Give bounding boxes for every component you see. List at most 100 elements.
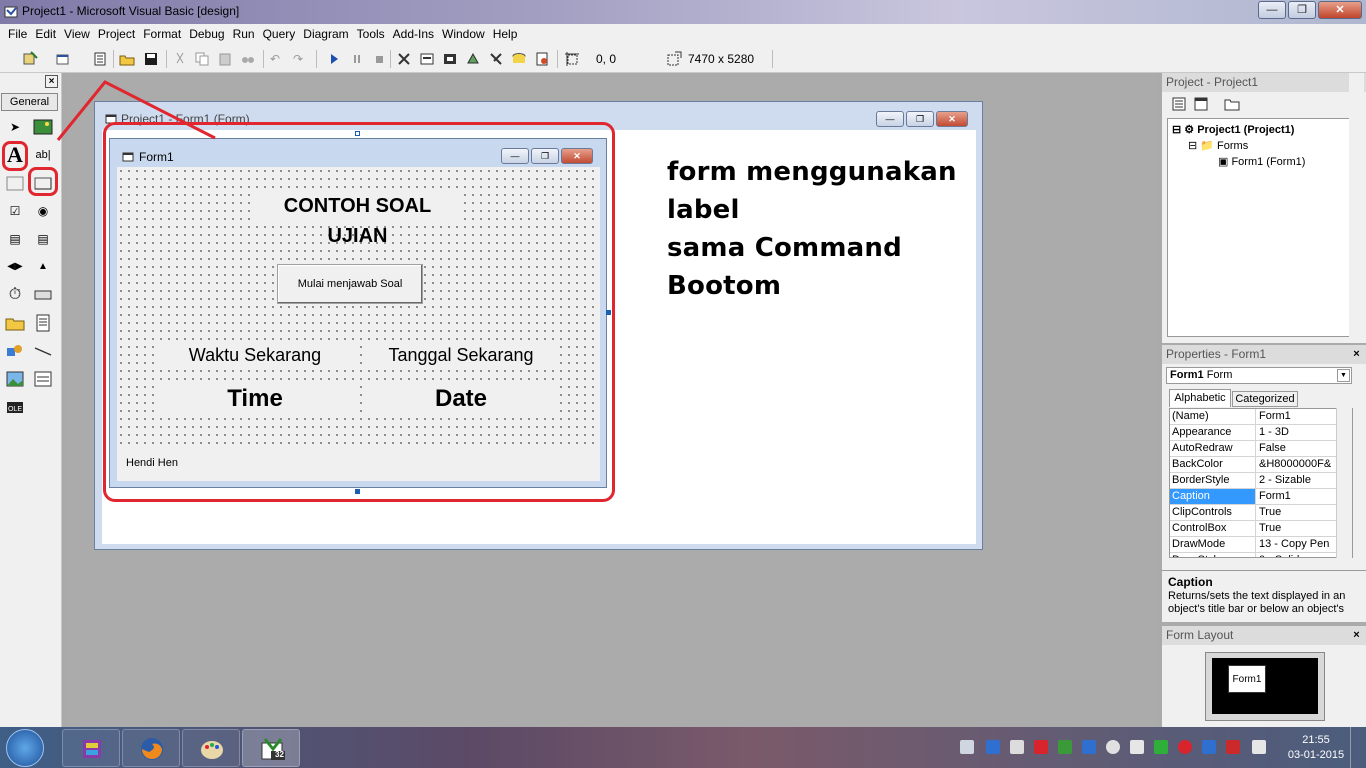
app-tray-icon[interactable] bbox=[1178, 740, 1192, 754]
toggle-folders-icon[interactable] bbox=[1224, 97, 1240, 111]
tab-categorized[interactable]: Categorized bbox=[1232, 391, 1298, 407]
add-project-icon[interactable] bbox=[22, 51, 38, 67]
signal-icon[interactable] bbox=[1226, 740, 1240, 754]
view-object-icon[interactable] bbox=[1194, 97, 1208, 111]
properties-close-icon[interactable]: × bbox=[1350, 348, 1363, 361]
line-tool-icon[interactable] bbox=[32, 340, 54, 362]
picturebox-tool-icon[interactable] bbox=[32, 116, 54, 138]
hscrollbar-tool-icon[interactable]: ◀▶ bbox=[4, 256, 26, 278]
filelistbox-tool-icon[interactable] bbox=[32, 312, 54, 334]
tree-form1-item[interactable]: ▣ Form1 (Form1) bbox=[1218, 155, 1305, 168]
restore-button[interactable]: ❐ bbox=[1288, 1, 1316, 19]
end-icon[interactable] bbox=[371, 51, 387, 67]
menu-window[interactable]: Window bbox=[438, 24, 489, 45]
project-explorer-icon[interactable] bbox=[396, 51, 412, 67]
project-scrollbar[interactable] bbox=[1349, 73, 1364, 343]
close-button[interactable]: ✕ bbox=[1318, 1, 1362, 19]
minimize-button[interactable]: — bbox=[1258, 1, 1286, 19]
network-icon[interactable] bbox=[986, 740, 1000, 754]
property-row[interactable]: BorderStyle 2 - Sizable bbox=[1170, 473, 1352, 489]
property-row[interactable]: Appearance 1 - 3D bbox=[1170, 425, 1352, 441]
undo-icon[interactable]: ↶ bbox=[270, 52, 280, 66]
form-layout-icon[interactable] bbox=[442, 51, 458, 67]
menu-file[interactable]: File bbox=[4, 24, 31, 45]
toolbox-general-tab[interactable]: General bbox=[1, 93, 58, 111]
device-icon[interactable] bbox=[1130, 740, 1144, 754]
o2-icon[interactable] bbox=[1106, 740, 1120, 754]
property-row[interactable]: AutoRedraw False bbox=[1170, 441, 1352, 457]
menu-view[interactable]: View bbox=[60, 24, 94, 45]
properties-scrollbar[interactable] bbox=[1336, 408, 1352, 558]
toolbox-icon[interactable] bbox=[488, 51, 504, 67]
tree-project-root[interactable]: ⊟ ⚙ Project1 (Project1) bbox=[1172, 123, 1294, 136]
designer-close-button[interactable]: ✕ bbox=[936, 111, 968, 127]
data-tool-icon[interactable] bbox=[32, 368, 54, 390]
save-project-icon[interactable] bbox=[143, 51, 159, 67]
menu-diagram[interactable]: Diagram bbox=[299, 24, 352, 45]
menu-project[interactable]: Project bbox=[94, 24, 139, 45]
open-project-icon[interactable] bbox=[119, 51, 135, 67]
designer-restore-button[interactable]: ❐ bbox=[906, 111, 934, 127]
sync-icon[interactable] bbox=[1154, 740, 1168, 754]
volume-icon[interactable] bbox=[1010, 740, 1024, 754]
property-row[interactable]: Caption Form1 bbox=[1170, 489, 1352, 505]
frame-tool-icon[interactable] bbox=[4, 172, 26, 194]
menu-query[interactable]: Query bbox=[259, 24, 300, 45]
start-button[interactable] bbox=[6, 729, 44, 767]
properties-window-icon[interactable] bbox=[419, 51, 435, 67]
menu-editor-icon[interactable] bbox=[92, 51, 108, 67]
tree-forms-folder[interactable]: ⊟ 📁 Forms bbox=[1188, 139, 1248, 152]
find-icon[interactable] bbox=[240, 51, 256, 67]
break-icon[interactable] bbox=[349, 51, 365, 67]
timer-tool-icon[interactable]: ⏱ bbox=[4, 284, 26, 306]
bluetooth-icon[interactable] bbox=[1202, 740, 1216, 754]
taskbar-firefox[interactable] bbox=[122, 729, 180, 767]
menu-debug[interactable]: Debug bbox=[185, 24, 228, 45]
menu-add-ins[interactable]: Add-Ins bbox=[389, 24, 438, 45]
add-form-icon[interactable] bbox=[55, 51, 71, 67]
menu-run[interactable]: Run bbox=[229, 24, 259, 45]
copy-icon[interactable] bbox=[194, 51, 210, 67]
listbox-tool-icon[interactable]: ▤ bbox=[32, 228, 54, 250]
taskbar-visual-basic[interactable]: 32 bbox=[242, 729, 300, 767]
chevron-down-icon[interactable]: ▼ bbox=[1337, 369, 1350, 382]
data-view-icon[interactable] bbox=[511, 51, 527, 67]
wifi-icon[interactable] bbox=[960, 740, 974, 754]
cut-icon[interactable] bbox=[172, 51, 188, 67]
tab-alphabetic[interactable]: Alphabetic bbox=[1169, 389, 1231, 407]
pointer-tool-icon[interactable]: ➤ bbox=[4, 116, 26, 138]
taskbar-clock[interactable]: 21:55 03-01-2015 bbox=[1286, 733, 1346, 763]
property-row[interactable]: ClipControls True bbox=[1170, 505, 1352, 521]
textbox-tool-icon[interactable]: ab| bbox=[32, 144, 54, 166]
taskbar-winrar[interactable] bbox=[62, 729, 120, 767]
optionbutton-tool-icon[interactable]: ◉ bbox=[32, 200, 54, 222]
property-row[interactable]: (Name) Form1 bbox=[1170, 409, 1352, 425]
menu-edit[interactable]: Edit bbox=[31, 24, 60, 45]
update-icon[interactable] bbox=[1058, 740, 1072, 754]
mini-form-preview[interactable]: Form1 bbox=[1228, 665, 1266, 693]
flag-icon[interactable] bbox=[1252, 740, 1266, 754]
antivirus-icon[interactable] bbox=[1034, 740, 1048, 754]
checkbox-tool-icon[interactable]: ☑ bbox=[4, 200, 26, 222]
view-code-icon[interactable] bbox=[1172, 97, 1186, 111]
drivelistbox-tool-icon[interactable] bbox=[32, 284, 54, 306]
property-row[interactable]: DrawMode 13 - Copy Pen bbox=[1170, 537, 1352, 553]
menu-format[interactable]: Format bbox=[139, 24, 185, 45]
vscrollbar-tool-icon[interactable]: ▲ bbox=[32, 256, 54, 278]
security-icon[interactable] bbox=[1082, 740, 1096, 754]
shape-tool-icon[interactable] bbox=[4, 340, 26, 362]
dirlistbox-tool-icon[interactable] bbox=[4, 312, 26, 334]
combobox-tool-icon[interactable]: ▤ bbox=[4, 228, 26, 250]
paste-icon[interactable] bbox=[217, 51, 233, 67]
taskbar-paint[interactable] bbox=[182, 729, 240, 767]
menu-tools[interactable]: Tools bbox=[353, 24, 389, 45]
property-row[interactable]: BackColor &H8000000F& bbox=[1170, 457, 1352, 473]
redo-icon[interactable]: ↷ bbox=[293, 52, 303, 66]
visual-component-manager-icon[interactable] bbox=[534, 51, 550, 67]
menu-help[interactable]: Help bbox=[489, 24, 522, 45]
image-tool-icon[interactable] bbox=[4, 368, 26, 390]
ole-tool-icon[interactable]: OLE bbox=[4, 396, 26, 418]
start-icon[interactable] bbox=[326, 51, 342, 67]
designer-minimize-button[interactable]: — bbox=[876, 111, 904, 127]
form-layout-close-icon[interactable]: × bbox=[1350, 629, 1363, 642]
